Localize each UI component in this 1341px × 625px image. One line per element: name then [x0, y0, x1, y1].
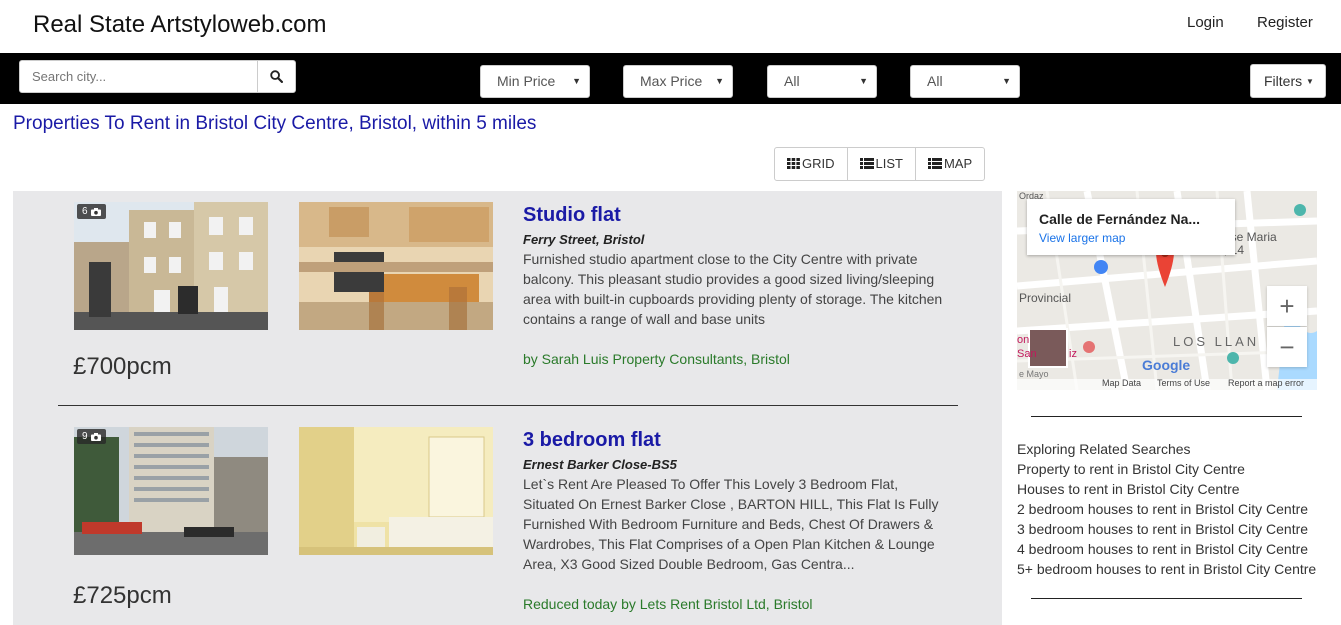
listing-photo-exterior[interactable]: 6	[74, 202, 268, 330]
google-logo: Google	[1142, 357, 1191, 373]
related-link[interactable]: 3 bedroom houses to rent in Bristol City…	[1017, 519, 1337, 539]
search-button[interactable]	[257, 60, 296, 93]
top-header: Real State Artstyloweb.com Login Registe…	[0, 0, 1341, 53]
map-label: Provincial	[1019, 291, 1072, 305]
list-view-label: LIST	[875, 156, 903, 171]
bathroom-image	[299, 427, 493, 555]
map-view-label: MAP	[943, 156, 973, 171]
map-terms-link[interactable]: Terms of Use	[1157, 378, 1210, 388]
map-label: on	[1017, 334, 1030, 346]
listing-agent[interactable]: by Sarah Luis Property Consultants, Bris…	[523, 351, 790, 367]
related-heading: Exploring Related Searches	[1017, 441, 1191, 457]
caret-down-icon: ▼	[572, 76, 581, 86]
caret-down-icon: ▼	[715, 76, 724, 86]
house-exterior-image	[74, 202, 268, 330]
listing-price: £725pcm	[73, 582, 172, 609]
listing-description: Furnished studio apartment close to the …	[523, 251, 943, 327]
photo-count: 6	[82, 206, 88, 217]
bedrooms-label: All	[927, 73, 943, 89]
listing-price: £700pcm	[73, 353, 172, 380]
search-icon	[270, 70, 283, 83]
view-toggle: GRID LIST MAP	[774, 147, 986, 181]
location-map[interactable]: Provincial ose Maria , 14 Ordaz on San i…	[1017, 191, 1317, 390]
zoom-in-button[interactable]: +	[1267, 286, 1307, 326]
building-exterior-image	[74, 427, 268, 555]
site-brand[interactable]: Real State Artstyloweb.com	[33, 11, 326, 39]
map-label: LOS LLAN	[1173, 334, 1260, 349]
property-type-select[interactable]: All ▼	[767, 65, 877, 98]
list-view-button[interactable]: LIST	[848, 148, 916, 180]
map-place-title: Calle de Fernández Na...	[1039, 211, 1201, 227]
related-link[interactable]: 5+ bedroom houses to rent in Bristol Cit…	[1017, 559, 1337, 579]
map-label: iz	[1069, 348, 1077, 360]
listing-photo-exterior[interactable]: 9	[74, 427, 268, 555]
listings-panel: 6 Studio flat Ferry Street, Bristol Furn…	[13, 191, 1002, 625]
grid-view-label: GRID	[802, 156, 835, 171]
caret-down-icon: ▼	[1306, 77, 1314, 86]
caret-down-icon: ▼	[859, 76, 868, 86]
listing-photo-interior[interactable]	[299, 427, 493, 555]
related-link[interactable]: Houses to rent in Bristol City Centre	[1017, 479, 1337, 499]
kitchen-image	[299, 202, 493, 330]
related-searches: Exploring Related Searches Property to r…	[1017, 439, 1337, 579]
related-link[interactable]: Property to rent in Bristol City Centre	[1017, 459, 1337, 479]
listing-title[interactable]: Studio flat	[523, 204, 621, 227]
listing-address: Ferry Street, Bristol	[523, 232, 645, 247]
listing-photo-interior[interactable]	[299, 202, 493, 330]
sidebar-divider	[1031, 416, 1302, 417]
caret-down-icon: ▼	[1002, 76, 1011, 86]
listing-title[interactable]: 3 bedroom flat	[523, 429, 661, 452]
min-price-select[interactable]: Min Price ▼	[480, 65, 590, 98]
sidebar-divider	[1031, 598, 1302, 599]
zoom-out-button[interactable]: −	[1267, 327, 1307, 367]
photo-count: 9	[82, 431, 88, 442]
listing-divider	[58, 405, 958, 406]
listing-description: Let`s Rent Are Pleased To Offer This Lov…	[523, 476, 939, 572]
map-report-link[interactable]: Report a map error	[1228, 378, 1304, 388]
login-link[interactable]: Login	[1187, 14, 1224, 31]
register-link[interactable]: Register	[1257, 14, 1313, 31]
search-bar: Min Price ▼ Max Price ▼ All ▼ All ▼ Filt…	[0, 53, 1341, 104]
search-input[interactable]	[19, 60, 258, 93]
map-info-card: Calle de Fernández Na... View larger map	[1027, 199, 1235, 255]
photo-count-badge: 9	[77, 429, 106, 444]
map-label: e Mayo	[1019, 369, 1049, 379]
bedrooms-select[interactable]: All ▼	[910, 65, 1020, 98]
map-label: San	[1017, 348, 1037, 360]
min-price-label: Min Price	[497, 73, 556, 89]
listing-agent[interactable]: Reduced today by Lets Rent Bristol Ltd, …	[523, 596, 812, 612]
related-link[interactable]: 2 bedroom houses to rent in Bristol City…	[1017, 499, 1337, 519]
filters-button[interactable]: Filters ▼	[1250, 64, 1326, 98]
photo-count-badge: 6	[77, 204, 106, 219]
map-data-link[interactable]: Map Data	[1102, 378, 1141, 388]
map-view-button[interactable]: MAP	[916, 148, 984, 180]
grid-view-button[interactable]: GRID	[775, 148, 848, 180]
list-icon	[927, 158, 942, 169]
grid-icon	[787, 158, 800, 169]
property-type-label: All	[784, 73, 800, 89]
max-price-label: Max Price	[640, 73, 703, 89]
related-link[interactable]: 4 bedroom houses to rent in Bristol City…	[1017, 539, 1337, 559]
max-price-select[interactable]: Max Price ▼	[623, 65, 733, 98]
filters-label: Filters	[1264, 73, 1303, 89]
page-title: Properties To Rent in Bristol City Centr…	[13, 113, 537, 134]
listing-address: Ernest Barker Close-BS5	[523, 457, 677, 472]
camera-icon	[90, 432, 101, 441]
list-icon	[859, 158, 874, 169]
view-larger-map-link[interactable]: View larger map	[1039, 231, 1223, 245]
camera-icon	[90, 207, 101, 216]
